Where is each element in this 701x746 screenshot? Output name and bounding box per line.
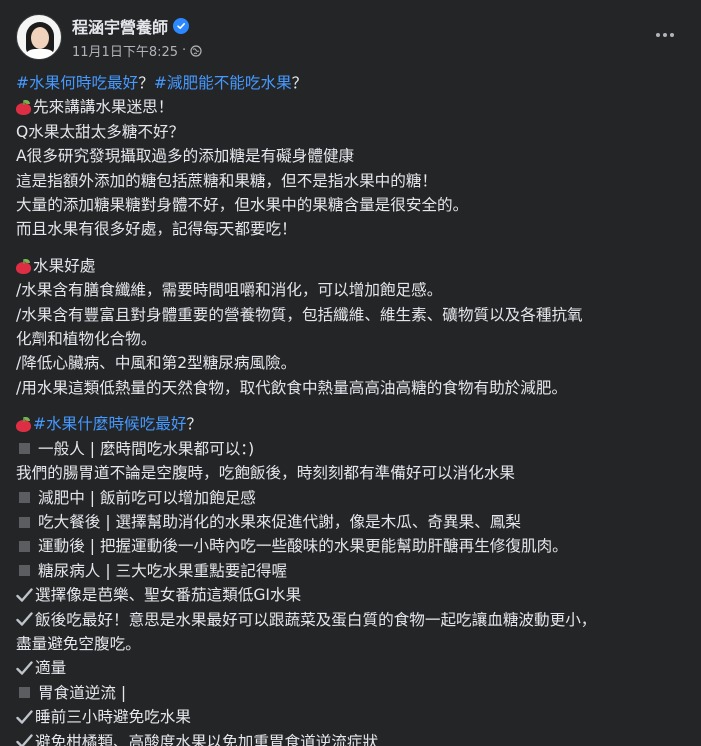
post-header: 程涵宇營養師 11月1日下午8:25 · (16, 12, 685, 62)
red-apple-emoji-icon (16, 416, 31, 432)
post-line: 水果好處 (16, 254, 685, 278)
post-line: 大量的添加糖果糖對身體不好，但水果中的果糖含量是很安全的。 (16, 196, 469, 215)
red-apple-emoji-icon (16, 258, 31, 274)
post-line: 減肥中 | 飯前吃可以增加飽足感 (16, 486, 685, 510)
post-line: 糖尿病人 | 三大吃水果重點要記得喔 (16, 559, 685, 583)
check-mark-emoji-icon (16, 710, 33, 725)
check-mark-emoji-icon (16, 612, 33, 627)
post-line: 一般人 | 麼時間吃水果都可以：) (16, 437, 685, 461)
small-square-emoji-icon (19, 541, 30, 553)
small-square-emoji-icon (19, 687, 30, 699)
post-line: #水果什麼時候吃最好 ？ (16, 412, 685, 436)
small-square-emoji-icon (19, 516, 30, 528)
facebook-post: 程涵宇營養師 11月1日下午8:25 · #水果何時吃最好 ？ #減肥能不能吃水… (0, 0, 701, 746)
verified-badge-icon (173, 18, 190, 34)
post-timestamp[interactable]: 11月1日下午8:25 (72, 41, 178, 60)
post-line: 吃大餐後 | 選擇幫助消化的水果來促進代謝，像是木瓜、奇異果、鳳梨 (16, 510, 685, 534)
post-line: 選擇像是芭樂、聖女番茄這類低GI水果 (16, 583, 685, 607)
post-line: 而且水果有很多好處，記得每天都要吃！ (16, 220, 297, 239)
post-meta: 程涵宇營養師 11月1日下午8:25 · (72, 14, 202, 60)
post-line: 盡量避免空腹吃。 (16, 634, 141, 653)
post-line: 適量 (16, 656, 685, 680)
post-line: 運動後 | 把握運動後一小時內吃一些酸味的水果更能幫助肝醣再生修復肌肉。 (16, 534, 685, 558)
post-line: /水果含有膳食纖維，需要時間咀嚼和消化，可以增加飽足感。 (16, 281, 443, 300)
hashtag-link[interactable]: #減肥能不能吃水果 (154, 71, 292, 95)
small-square-emoji-icon (19, 492, 30, 504)
author-name[interactable]: 程涵宇營養師 (72, 14, 168, 38)
more-options-icon[interactable] (649, 22, 681, 48)
post-line: A很多研究發現攝取過多的添加糖是有礙身體健康 (16, 147, 355, 166)
post-line: 我們的腸胃道不論是空腹時，吃飽飯後，時刻刻都有準備好可以消化水果 (16, 464, 516, 483)
globe-icon[interactable] (190, 44, 202, 57)
post-line: 飯後吃最好！意思是水果最好可以跟蔬菜及蛋白質的食物一起吃讓血糖波動更小， (16, 608, 685, 632)
hashtag-link[interactable]: #水果什麼時候吃最好 (33, 412, 186, 436)
post-line: /降低心臟病、中風和第2型糖尿病風險。 (16, 354, 297, 373)
post-line: 避免柑橘類、高酸度水果以免加重胃食道逆流症狀 (16, 730, 685, 746)
post-line: /用水果這類低熱量的天然食物，取代飲食中熱量高高油高糖的食物有助於減肥。 (16, 378, 568, 397)
post-line: 睡前三小時避免吃水果 (16, 705, 685, 729)
red-apple-emoji-icon (16, 100, 31, 116)
small-square-emoji-icon (19, 565, 30, 577)
post-line: 先來講講水果迷思！ (16, 95, 685, 119)
post-line: 化劑和植物化合物。 (16, 330, 157, 349)
hashtag-link[interactable]: #水果何時吃最好 (16, 71, 138, 95)
separator-dot: · (182, 43, 187, 58)
post-line: 胃食道逆流 | (16, 681, 685, 705)
check-mark-emoji-icon (16, 588, 33, 603)
author-avatar[interactable] (16, 14, 62, 60)
check-mark-emoji-icon (16, 661, 33, 676)
post-line: 這是指額外添加的糖包括蔗糖和果糖，但不是指水果中的糖！ (16, 171, 438, 190)
check-mark-emoji-icon (16, 734, 33, 746)
post-body: #水果何時吃最好 ？ #減肥能不能吃水果 ？ 先來講講水果迷思！ Q水果太甜太多… (16, 71, 685, 746)
post-line: #水果何時吃最好 ？ #減肥能不能吃水果 ？ (16, 71, 685, 95)
post-line: /水果含有豐富且對身體重要的營養物質，包括纖維、維生素、礦物質以及各種抗氧 (16, 305, 583, 324)
post-line: Q水果太甜太多糖不好？ (16, 122, 185, 141)
small-square-emoji-icon (19, 443, 30, 455)
